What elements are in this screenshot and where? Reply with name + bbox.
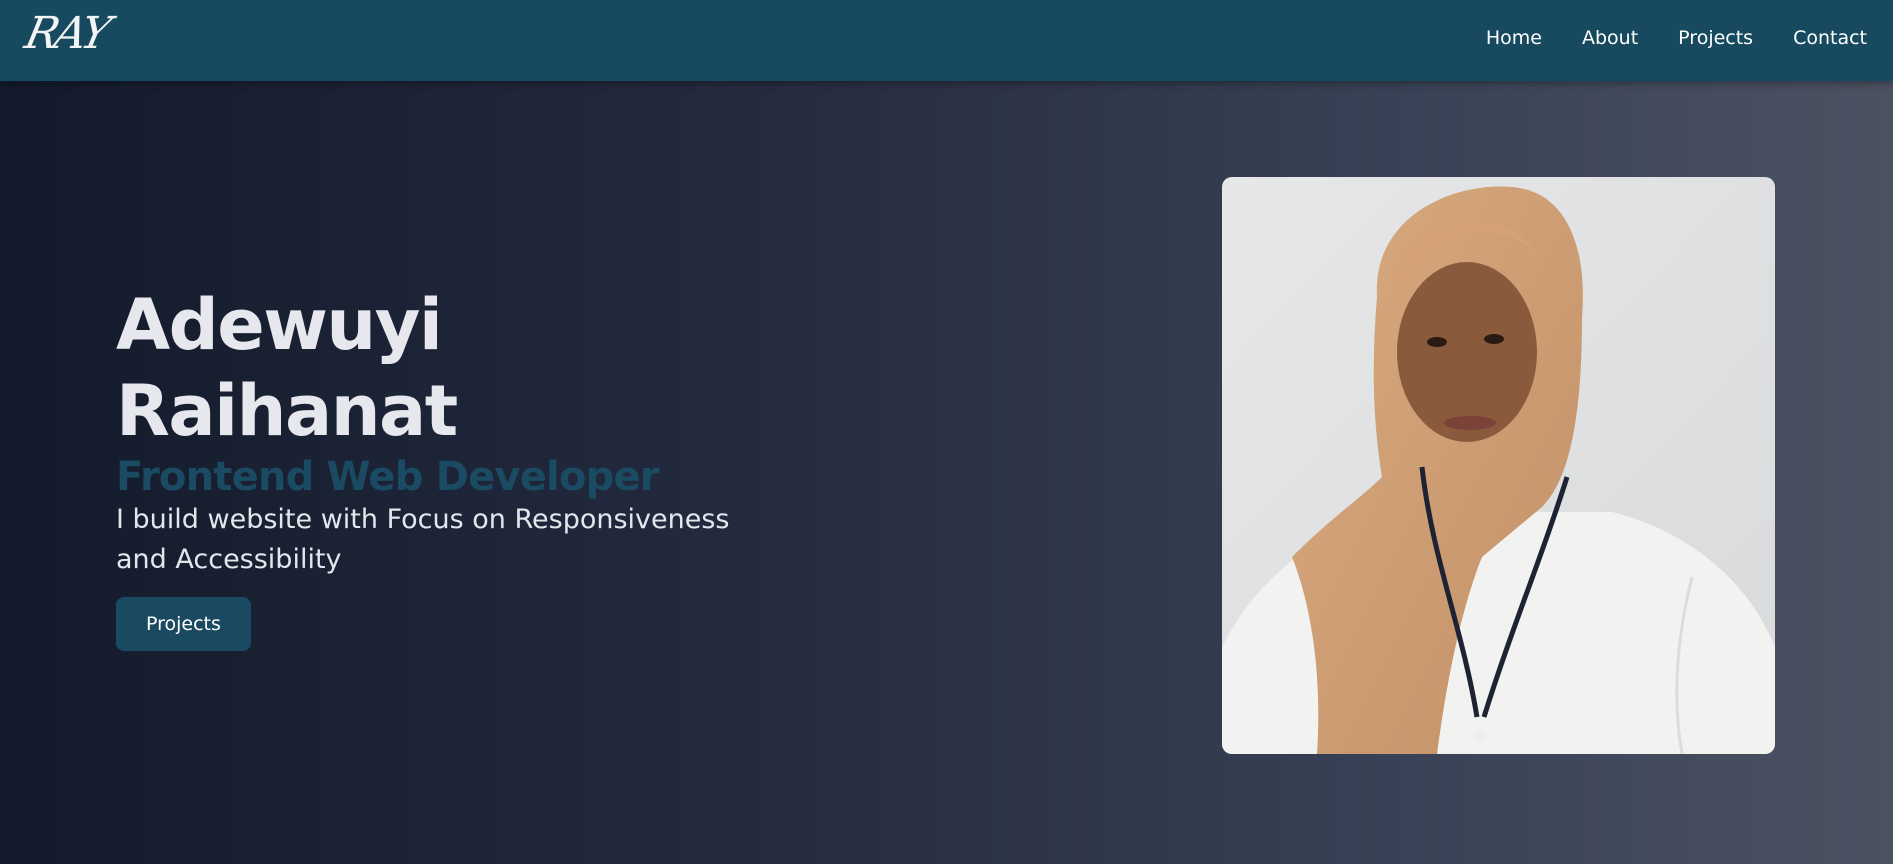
nav-link-projects[interactable]: Projects: [1678, 27, 1753, 49]
logo[interactable]: RAY: [21, 8, 112, 59]
hero-section: Adewuyi Raihanat Frontend Web Developer …: [116, 282, 796, 651]
hero-role: Frontend Web Developer: [116, 454, 660, 500]
hero-description: I build website with Focus on Responsive…: [116, 504, 730, 575]
navbar: RAY Home About Projects Contact: [0, 0, 1893, 81]
nav-link-contact[interactable]: Contact: [1793, 27, 1867, 49]
nav-menu: Home About Projects Contact: [1486, 27, 1867, 49]
projects-button[interactable]: Projects: [116, 597, 251, 651]
hero-name: Adewuyi Raihanat: [116, 284, 458, 452]
nav-link-home[interactable]: Home: [1486, 27, 1542, 49]
portrait-photo: [1222, 177, 1775, 754]
nav-link-about[interactable]: About: [1582, 27, 1638, 49]
